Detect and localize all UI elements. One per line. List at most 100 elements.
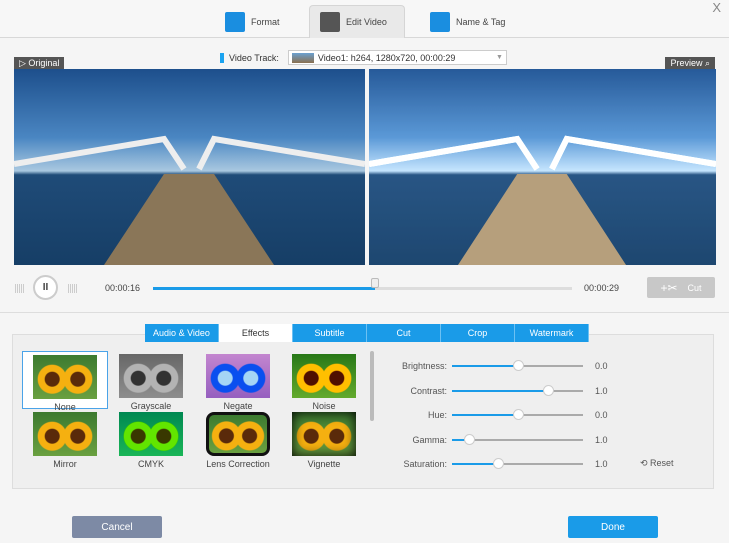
cut-label: Cut [687, 282, 702, 293]
slider-row: Gamma: 1.0 [378, 433, 608, 447]
effect-thumbnail [33, 355, 97, 399]
tab-edit-video[interactable]: Edit Video [309, 5, 405, 38]
slider-row: Hue: 0.0 [378, 408, 608, 422]
effect-thumbnail [292, 412, 356, 456]
slider-knob[interactable] [512, 360, 524, 371]
video-track-select[interactable]: Video1: h264, 1280x720, 00:00:29 ▼ [287, 50, 507, 65]
effect-label: Lens Correction [206, 459, 270, 469]
video-track: Video Track: Video1: h264, 1280x720, 00:… [220, 50, 507, 65]
effect-noise[interactable]: Noise [281, 354, 367, 411]
effect-label: Negate [223, 401, 253, 411]
effect-thumbnail [292, 354, 356, 398]
tab-label: Edit Video [346, 17, 387, 27]
effect-cmyk[interactable]: CMYK [108, 412, 194, 469]
progress-knob[interactable] [371, 278, 380, 288]
scissors-icon: +✂ [660, 280, 678, 295]
divider [0, 312, 729, 313]
tab-audio-video[interactable]: Audio & Video [145, 324, 219, 342]
cancel-button[interactable]: Cancel [72, 516, 162, 538]
slider-knob[interactable] [542, 384, 554, 396]
slider-label: Gamma: [412, 434, 447, 445]
effect-grayscale[interactable]: Grayscale [108, 354, 194, 411]
slider-label: Brightness: [401, 361, 447, 371]
preview-label[interactable]: Preview ⌕ [665, 57, 715, 69]
pause-button[interactable]: II [33, 275, 58, 300]
slider-fill [452, 414, 518, 416]
chevron-down-icon: ▼ [495, 54, 503, 61]
slider-label: Hue: [427, 410, 447, 420]
tab-crop[interactable]: Crop [441, 324, 515, 342]
reset-button[interactable]: ⟲ Reset [640, 458, 674, 469]
effect-lens-correction[interactable]: Lens Correction [195, 412, 281, 469]
slider-value: 1.0 [595, 385, 608, 396]
effect-vignette[interactable]: Vignette [281, 412, 367, 469]
tab-watermark[interactable]: Watermark [515, 324, 589, 342]
top-bar: Format Edit Video Name & Tag X [0, 0, 729, 38]
slider-value: 1.0 [595, 434, 608, 445]
slider-track[interactable] [452, 433, 583, 445]
tab-cut[interactable]: Cut [367, 324, 441, 342]
slider-track[interactable] [452, 458, 583, 469]
preview-video [369, 69, 716, 265]
effect-thumbnail [33, 412, 97, 456]
progress-slider[interactable] [153, 278, 572, 290]
effect-mirror[interactable]: Mirror [22, 412, 108, 469]
player-controls: II 00:00:16 00:00:29 +✂ Cut [0, 273, 729, 303]
effect-thumbnail [206, 354, 270, 398]
effect-thumbnail [119, 412, 183, 456]
next-frame-icon[interactable] [68, 284, 77, 293]
track-thumbnail [291, 52, 314, 63]
effects-panel: None Grayscale Negate Noise Mirror CMYK … [12, 334, 714, 489]
original-video [14, 69, 365, 265]
original-label: ▷ Original [14, 57, 65, 69]
current-time: 00:00:16 [105, 283, 141, 293]
tab-label: Name & Tag [456, 16, 506, 27]
slider-row: Saturation: 1.0 [378, 457, 608, 471]
slider-track[interactable] [452, 360, 583, 371]
done-button[interactable]: Done [568, 516, 658, 538]
slider-value: 0.0 [595, 410, 608, 420]
tab-subtitle[interactable]: Subtitle [293, 324, 367, 342]
slider-knob[interactable] [512, 409, 524, 420]
slider-value: 1.0 [595, 459, 608, 469]
format-icon [225, 11, 245, 32]
slider-fill [452, 463, 498, 465]
tab-label: Format [251, 16, 280, 27]
slider-row: Brightness: 0.0 [378, 359, 608, 373]
edit-tabs: Audio & Video Effects Subtitle Cut Crop … [145, 324, 589, 342]
slider-row: Contrast: 1.0 [378, 384, 608, 398]
effect-label: Vignette [307, 459, 341, 469]
effect-label: None [54, 402, 76, 412]
tab-format[interactable]: Format [215, 5, 290, 38]
prev-frame-icon[interactable] [15, 284, 24, 293]
effect-none[interactable]: None [22, 351, 108, 412]
effect-label: Noise [312, 401, 336, 411]
effects-scrollbar[interactable] [370, 351, 374, 421]
close-icon[interactable]: X [712, 0, 721, 15]
slider-label: Contrast: [410, 385, 447, 396]
slider-fill [452, 389, 548, 392]
effect-label: Grayscale [130, 401, 172, 411]
effect-label: CMYK [137, 459, 164, 469]
slider-fill [452, 365, 518, 367]
slider-label: Saturation: [403, 459, 447, 469]
tab-effects[interactable]: Effects [219, 324, 293, 342]
slider-knob[interactable] [492, 458, 504, 469]
track-value: Video1: h264, 1280x720, 00:00:29 [317, 52, 456, 63]
track-label: Video Track: [229, 52, 279, 63]
tab-name-tag[interactable]: Name & Tag [420, 5, 515, 38]
edit-video-icon [320, 12, 340, 32]
effect-thumbnail [206, 412, 270, 456]
track-icon [220, 52, 224, 63]
slider-track[interactable] [452, 384, 583, 396]
effect-thumbnail [119, 354, 183, 398]
effect-label: Mirror [53, 459, 77, 469]
slider-knob[interactable] [464, 433, 476, 445]
progress-fill [153, 287, 376, 290]
total-time: 00:00:29 [584, 283, 620, 293]
effect-negate[interactable]: Negate [195, 354, 281, 411]
slider-value: 0.0 [595, 361, 608, 371]
cut-button[interactable]: +✂ Cut [647, 277, 715, 298]
name-tag-icon [430, 11, 450, 32]
slider-track[interactable] [452, 409, 583, 420]
